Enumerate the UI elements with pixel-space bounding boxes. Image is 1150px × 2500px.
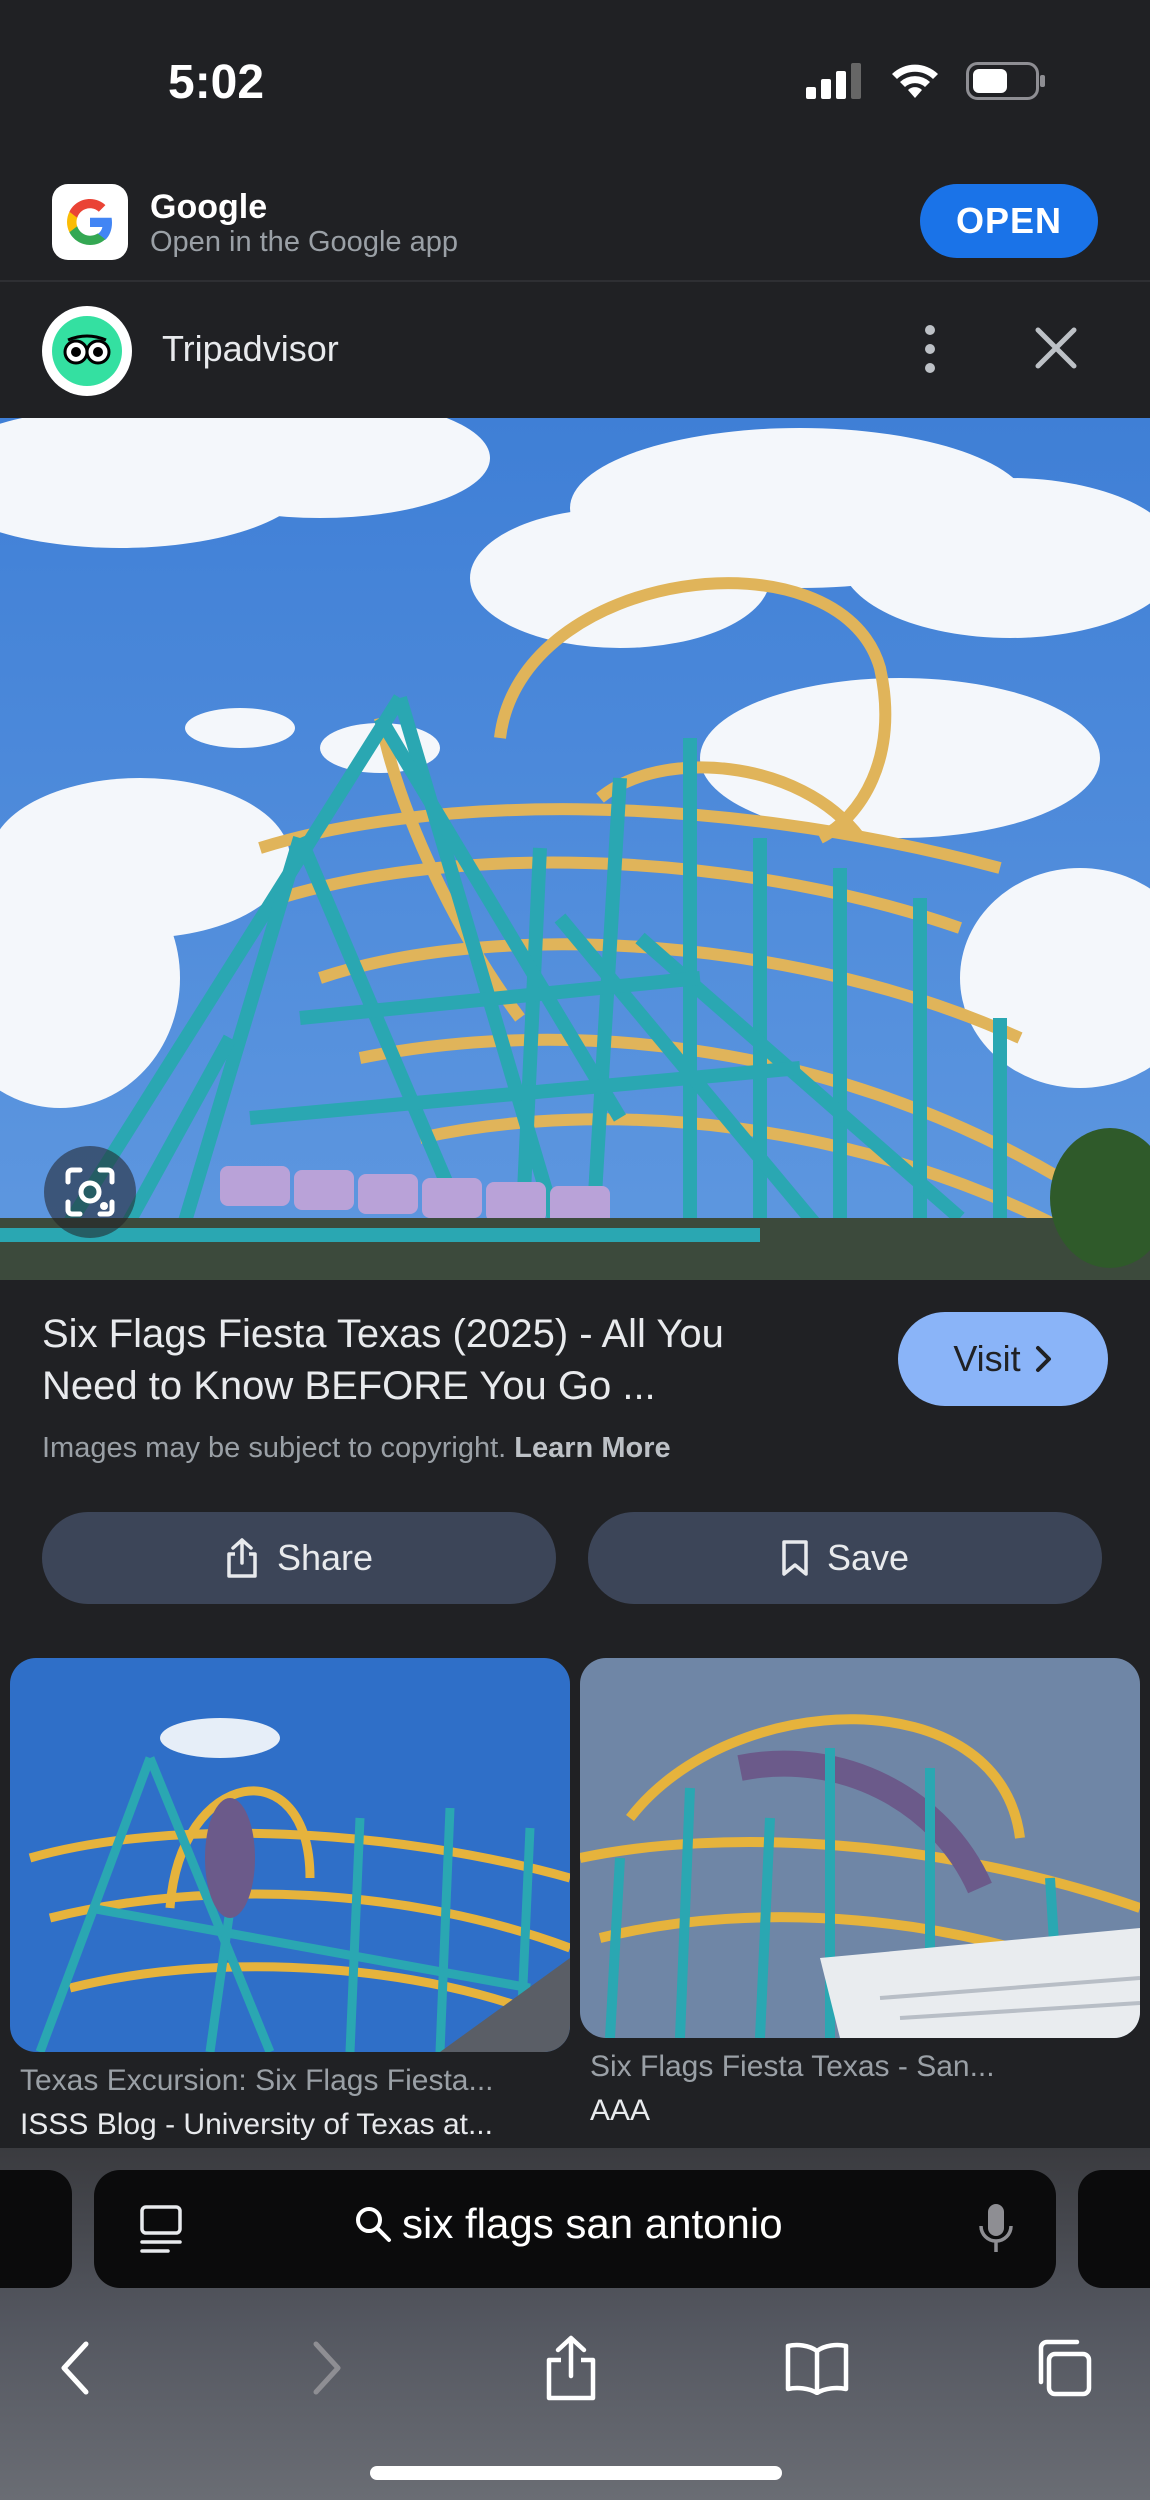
close-icon[interactable] [1030, 322, 1082, 374]
save-label: Save [826, 1537, 910, 1578]
address-bar[interactable]: six flags san antonio [94, 2170, 1056, 2288]
banner-title: Google [150, 188, 268, 226]
address-text[interactable]: six flags san antonio [354, 2200, 783, 2248]
visit-button[interactable]: Visit [898, 1312, 1108, 1406]
result-title[interactable]: Six Flags Fiesta Texas (2025) - All You … [42, 1308, 822, 1412]
previous-tab-preview[interactable] [0, 2170, 72, 2288]
open-app-button[interactable]: OPEN [920, 184, 1098, 258]
tabs-icon [1038, 2339, 1092, 2397]
share-page-button[interactable] [526, 2323, 616, 2413]
wifi-icon [892, 64, 938, 98]
related-title[interactable]: Six Flags Fiesta Texas - San... [590, 2050, 1140, 2084]
status-time: 5:02 [168, 56, 265, 109]
tripadvisor-owl-icon [52, 316, 122, 386]
site-avatar [42, 306, 132, 396]
back-icon [61, 2341, 89, 2395]
related-source: AAA [590, 2094, 651, 2127]
more-vert-icon[interactable] [915, 314, 945, 384]
home-indicator[interactable] [370, 2466, 782, 2480]
tabs-button[interactable] [1018, 2323, 1108, 2413]
copyright-text: Images may be subject to copyright. [42, 1432, 507, 1464]
status-icons [806, 62, 1046, 100]
nav-row [0, 2323, 1150, 2423]
bookmark-icon [782, 1540, 808, 1576]
related-title[interactable]: Texas Excursion: Six Flags Fiesta... [20, 2064, 570, 2098]
forward-icon [313, 2341, 341, 2395]
share-icon [227, 1538, 257, 1578]
browser-toolbar: six flags san antonio [0, 2148, 1150, 2500]
battery-icon [966, 62, 1045, 100]
banner-subtitle: Open in the Google app [150, 226, 458, 258]
share-label: Share [276, 1537, 374, 1578]
forward-button[interactable] [282, 2323, 372, 2413]
save-button[interactable]: Save [588, 1512, 1102, 1604]
bookmarks-icon [785, 2342, 849, 2395]
google-logo-icon [52, 184, 128, 260]
bookmarks-button[interactable] [772, 2323, 862, 2413]
reader-icon[interactable] [138, 2204, 184, 2254]
related-image[interactable] [580, 1658, 1140, 2038]
mic-icon[interactable] [978, 2202, 1014, 2256]
share-button[interactable]: Share [42, 1512, 556, 1604]
related-result[interactable]: Texas Excursion: Six Flags Fiesta... ISS… [10, 1658, 570, 2142]
search-icon [356, 2207, 391, 2242]
learn-more-link[interactable]: Learn More [514, 1432, 670, 1464]
next-tab-preview[interactable] [1078, 2170, 1150, 2288]
chevron-right-icon [1035, 1346, 1051, 1372]
status-bar: 5:02 [0, 0, 1150, 170]
lens-icon[interactable] [44, 1146, 136, 1238]
google-app-banner: Google Open in the Google app OPEN [0, 170, 1150, 282]
related-result[interactable]: Six Flags Fiesta Texas - San... AAA [580, 1658, 1140, 2128]
hero-image[interactable] [0, 418, 1150, 1280]
site-header: Tripadvisor [0, 284, 1150, 418]
site-name: Tripadvisor [162, 328, 339, 369]
related-source: ISSS Blog - University of Texas at... [20, 2108, 493, 2141]
related-image[interactable] [10, 1658, 570, 2052]
search-query: six flags san antonio [402, 2200, 783, 2247]
signal-icon [806, 63, 861, 99]
visit-label: Visit [953, 1338, 1021, 1379]
copyright-notice: Images may be subject to copyright. Lear… [42, 1432, 671, 1465]
share-icon [546, 2335, 596, 2401]
back-button[interactable] [30, 2323, 120, 2413]
